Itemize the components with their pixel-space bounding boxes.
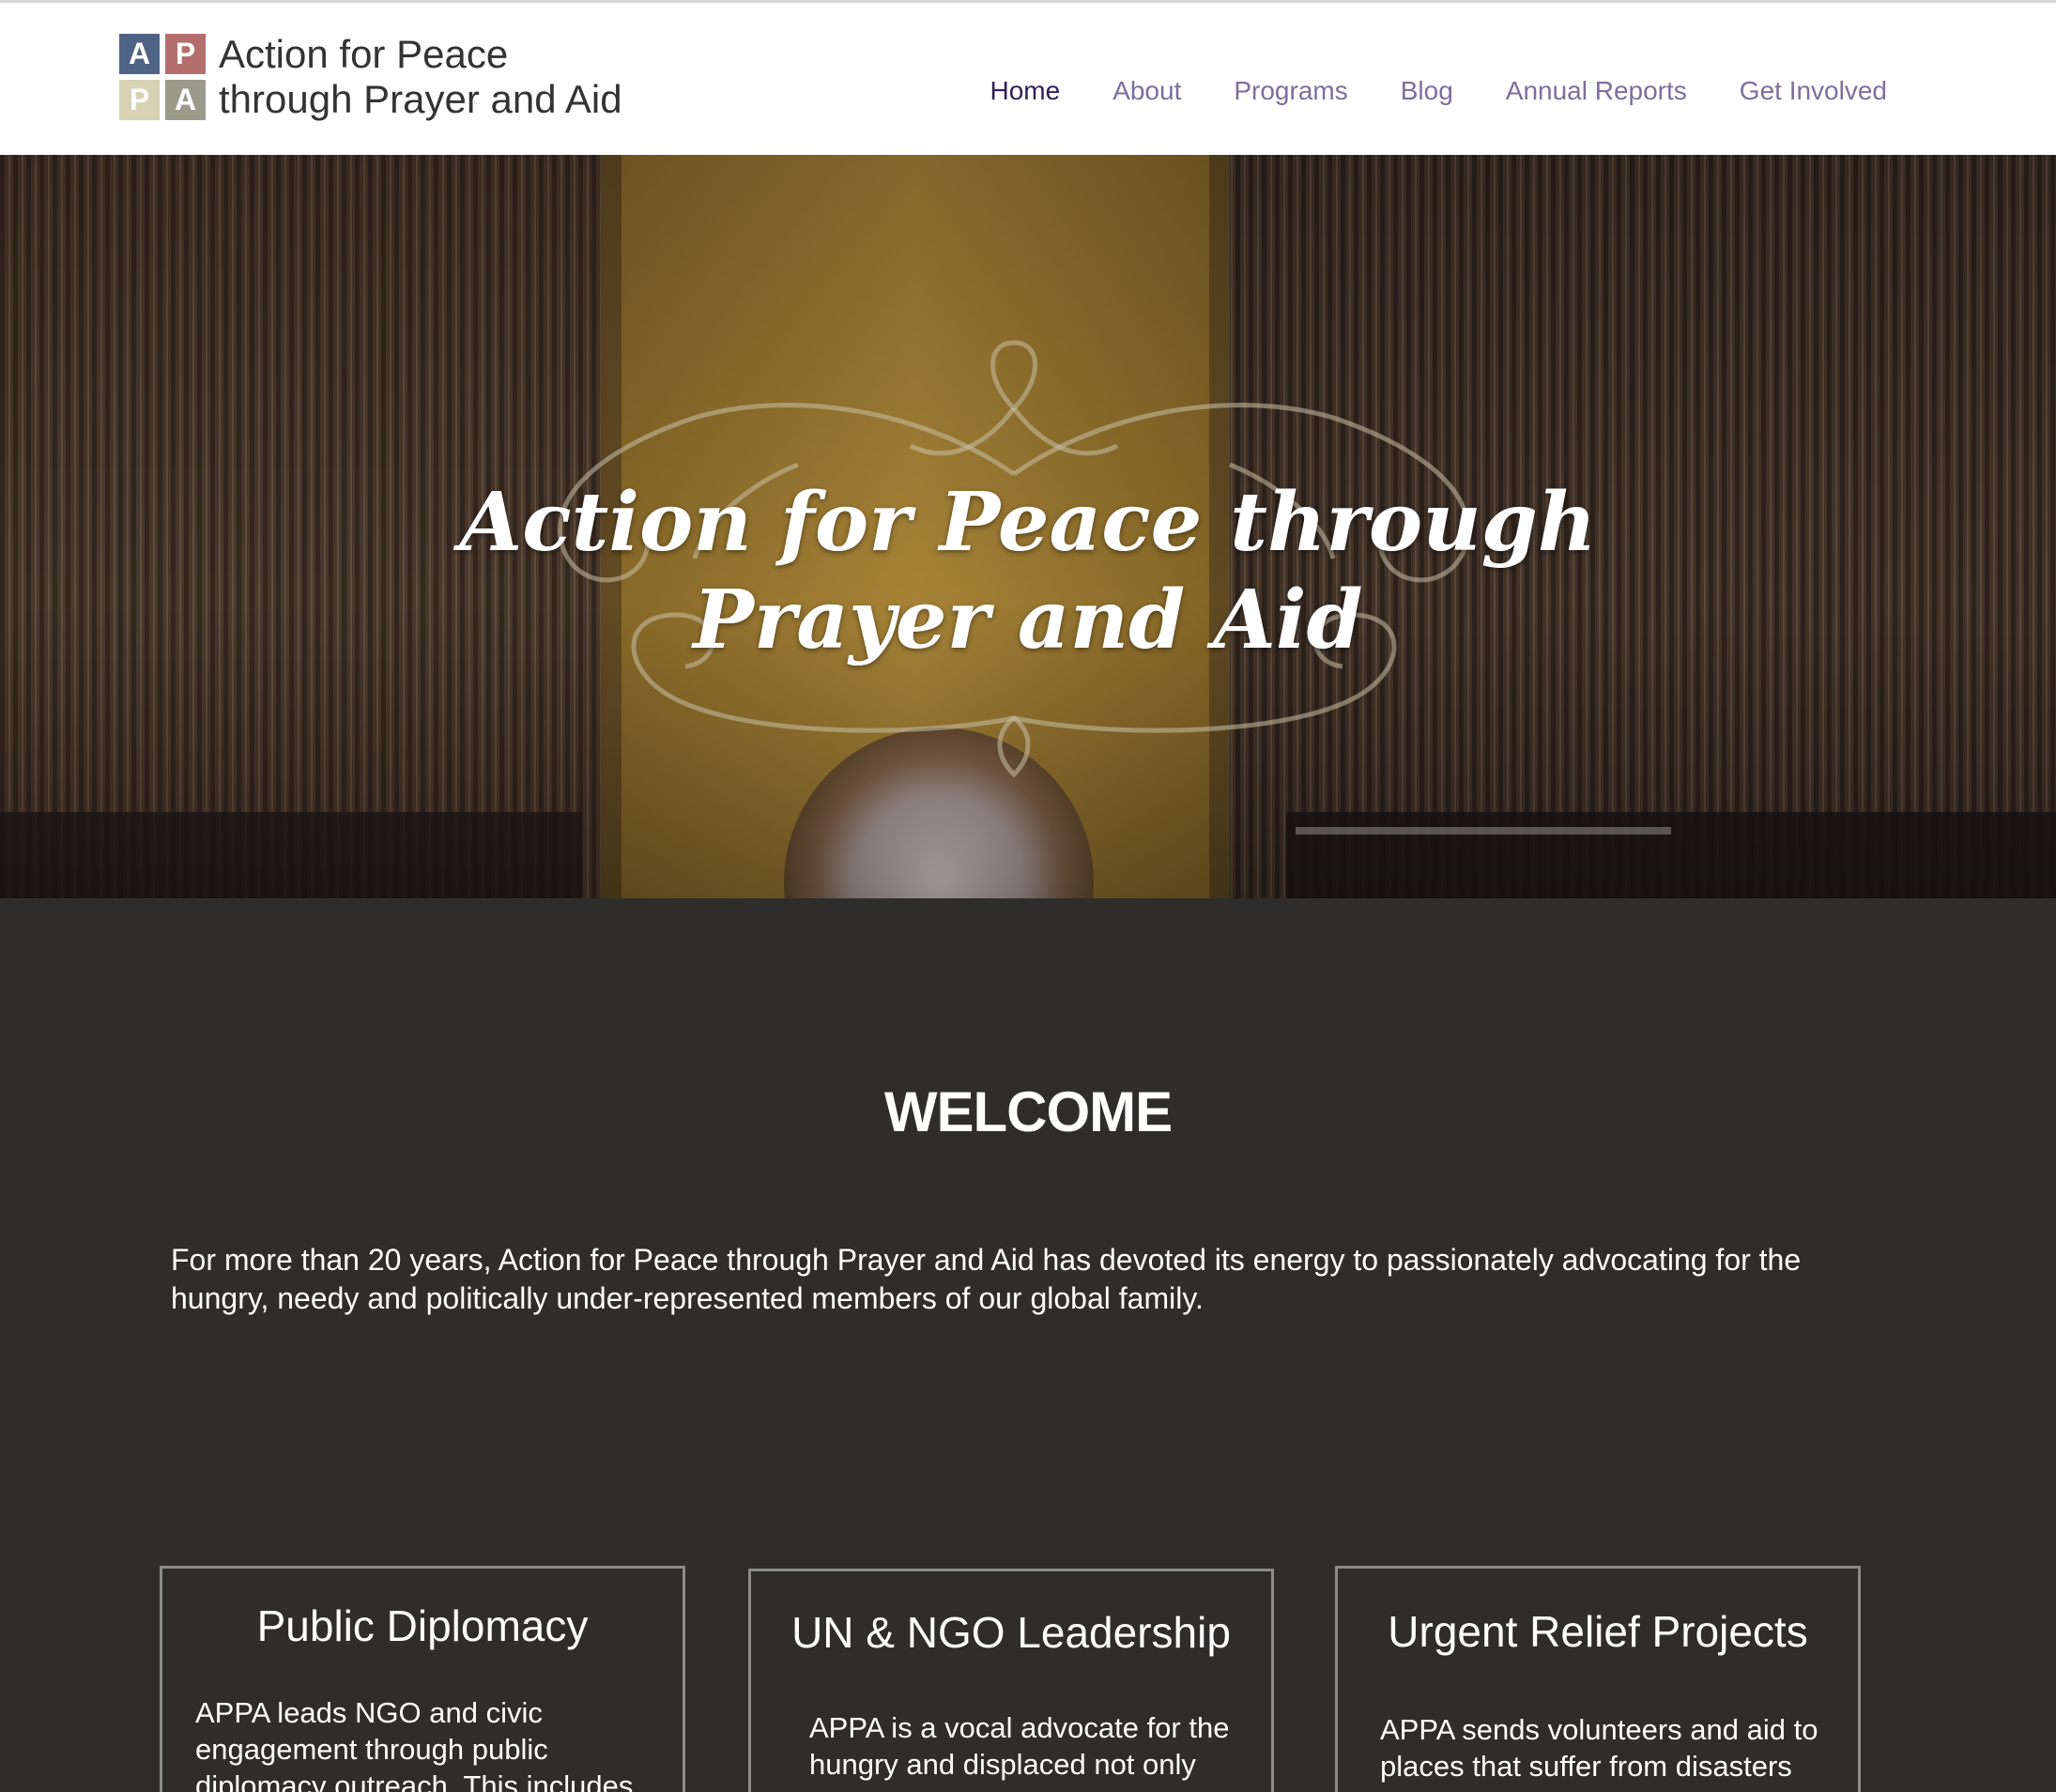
welcome-text: For more than 20 years, Action for Peace… — [171, 1243, 1802, 1315]
card-text: APPA leads NGO and civic engagement thro… — [195, 1696, 634, 1792]
card-public-diplomacy[interactable]: Public Diplomacy APPA leads NGO and civi… — [160, 1566, 685, 1792]
site-logo[interactable]: A P P A Action for Peace through Prayer … — [119, 32, 622, 122]
main-nav: Home About Programs Blog Annual Reports … — [937, 76, 1887, 106]
logo-mark: A P P A — [119, 34, 206, 120]
logo-letter-p1: P — [165, 34, 206, 74]
nav-annual-reports[interactable]: Annual Reports — [1506, 76, 1687, 106]
card-title: Urgent Relief Projects — [1388, 1607, 1808, 1656]
hero-title-line-1: Action for Peace through — [459, 475, 1597, 570]
hero-title-line-2: Prayer and Aid — [693, 573, 1363, 667]
logo-letter-a1: A — [119, 34, 160, 74]
welcome-heading: WELCOME — [883, 1080, 1173, 1143]
nav-about[interactable]: About — [1112, 76, 1181, 106]
hero-banner: Action for Peace through Prayer and Aid — [0, 155, 2056, 898]
nav-blog[interactable]: Blog — [1401, 76, 1453, 106]
card-title: UN & NGO Leadership — [791, 1608, 1231, 1657]
card-urgent-relief-projects[interactable]: Urgent Relief Projects APPA sends volunt… — [1335, 1566, 1861, 1792]
logo-letter-p2: P — [119, 80, 160, 120]
card-un-ngo-leadership[interactable]: UN & NGO Leadership APPA is a vocal advo… — [748, 1569, 1274, 1792]
logo-letter-a2: A — [165, 80, 206, 120]
card-text: APPA sends volunteers and aid to places … — [1380, 1713, 1818, 1783]
logo-text: Action for Peace through Prayer and Aid — [219, 32, 622, 122]
nav-get-involved[interactable]: Get Involved — [1740, 76, 1887, 106]
nav-programs[interactable]: Programs — [1234, 76, 1347, 106]
logo-line-2: through Prayer and Aid — [219, 77, 622, 121]
card-title: Public Diplomacy — [256, 1601, 589, 1650]
hero-title: Action for Peace through Prayer and Aid — [0, 474, 2056, 669]
site-header: A P P A Action for Peace through Prayer … — [0, 0, 2056, 155]
nav-home[interactable]: Home — [990, 76, 1060, 106]
card-text: APPA is a vocal advocate for the hungry … — [809, 1711, 1230, 1781]
logo-line-1: Action for Peace — [219, 32, 509, 76]
